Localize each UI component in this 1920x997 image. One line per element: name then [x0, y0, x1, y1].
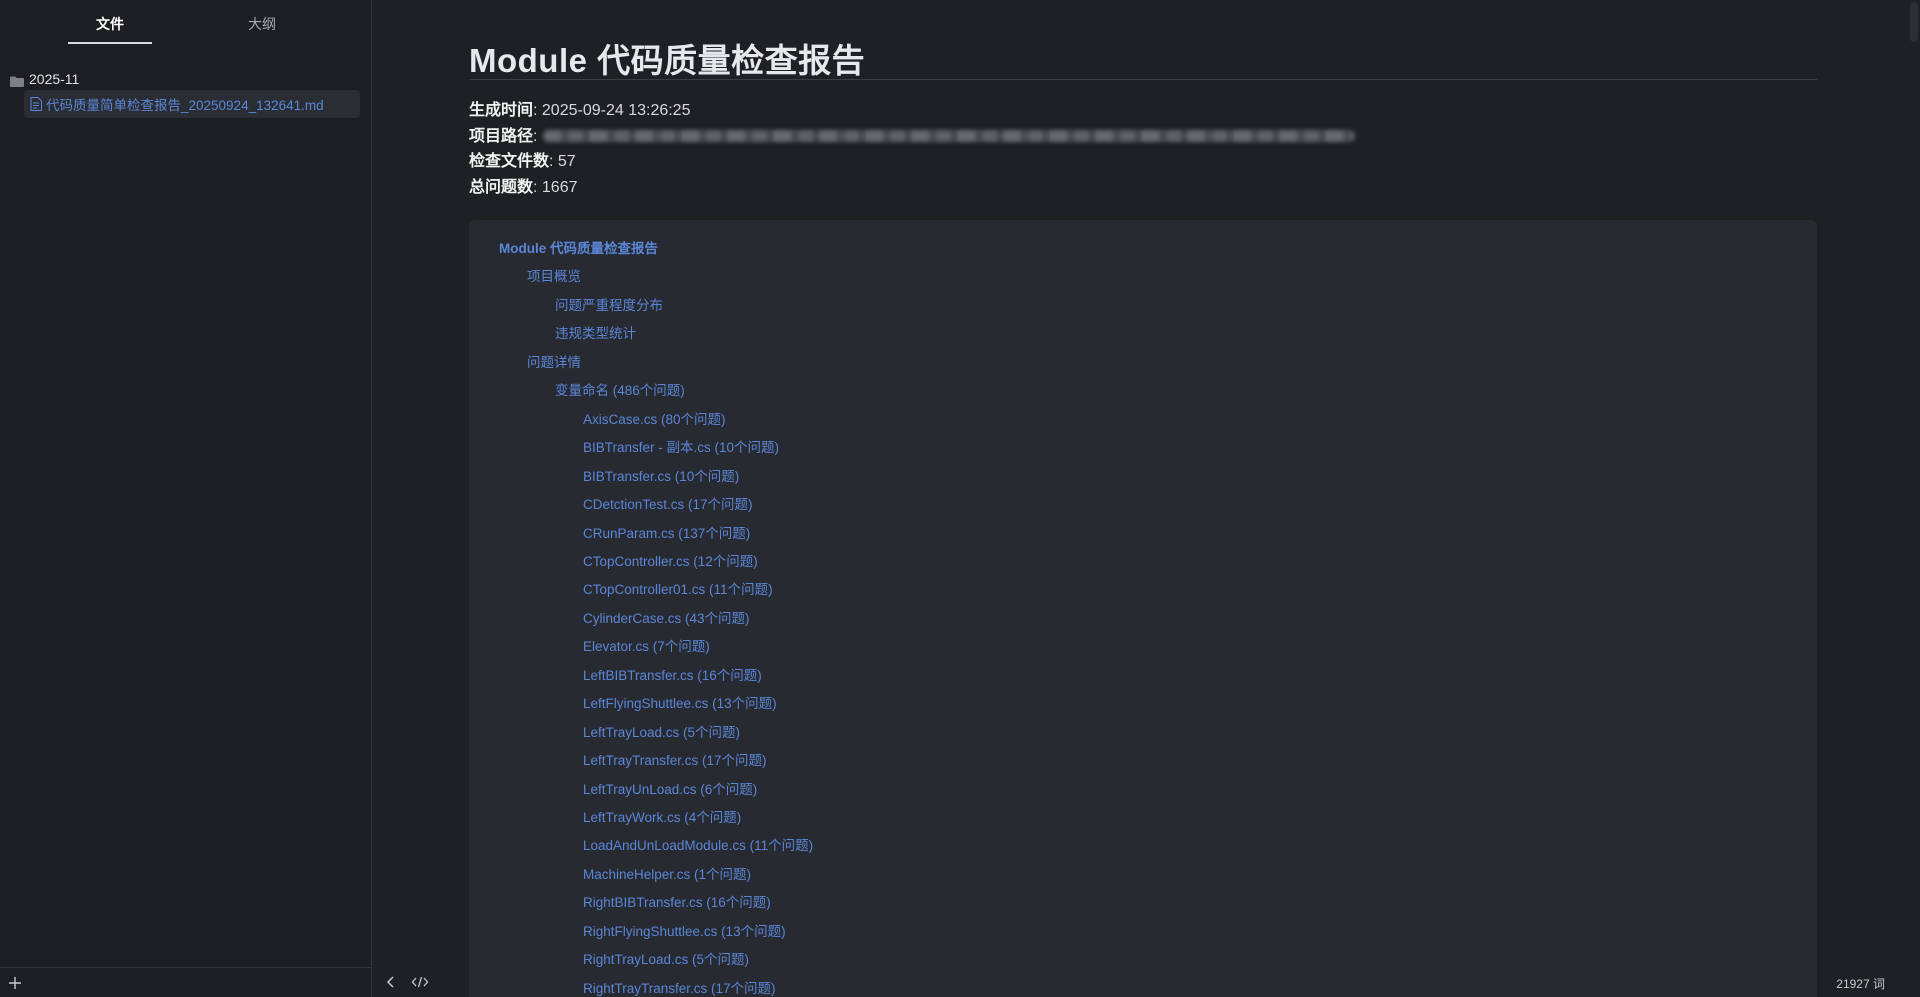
- toc-item[interactable]: RightBIBTransfer.cs (16个问题): [583, 892, 771, 914]
- toc-item[interactable]: CylinderCase.cs (43个问题): [583, 608, 750, 630]
- meta-issue-count: 总问题数: 1667: [469, 178, 578, 196]
- toc-item[interactable]: Module 代码质量检查报告: [499, 238, 658, 260]
- toc-item[interactable]: CDetctionTest.cs (17个问题): [583, 494, 753, 516]
- toc-item[interactable]: LeftTrayUnLoad.cs (6个问题): [583, 779, 757, 801]
- chevron-left-icon[interactable]: [383, 974, 399, 990]
- meta-label: 项目路径: [469, 127, 534, 145]
- folder-item[interactable]: 2025-11: [10, 68, 79, 90]
- meta-value: 2025-09-24 13:26:25: [541, 102, 691, 119]
- toc-item[interactable]: 项目概览: [527, 266, 581, 288]
- scrollbar-thumb[interactable]: [1910, 2, 1918, 42]
- toc-item[interactable]: LeftBIBTransfer.cs (16个问题): [583, 665, 762, 687]
- toc-item[interactable]: CTopController.cs (12个问题): [583, 551, 758, 573]
- toc-item[interactable]: RightFlyingShuttlee.cs (13个问题): [583, 921, 786, 943]
- meta-label: 生成时间: [469, 102, 534, 119]
- toc-item[interactable]: LeftTrayWork.cs (4个问题): [583, 807, 741, 829]
- folder-name: 2025-11: [29, 71, 80, 87]
- meta-file-count: 检查文件数: 57: [469, 153, 576, 170]
- toc-item[interactable]: BIBTransfer - 副本.cs (10个问题): [583, 437, 779, 459]
- file-item-selected[interactable]: 代码质量简单检查报告_20250924_132641.md: [24, 90, 360, 118]
- toc-item[interactable]: CRunParam.cs (137个问题): [583, 523, 750, 545]
- meta-generated-time: 生成时间: 2025-09-24 13:26:25: [469, 102, 691, 119]
- meta-project-path: 项目路径:: [469, 124, 1356, 150]
- meta-value: 1667: [541, 178, 578, 196]
- sidebar-footer: [0, 967, 372, 997]
- plus-icon[interactable]: [6, 974, 24, 992]
- toc-item[interactable]: 变量命名 (486个问题): [555, 380, 685, 402]
- toc-item[interactable]: LoadAndUnLoadModule.cs (11个问题): [583, 835, 813, 857]
- sidebar-tabs: 文件 大纲: [0, 0, 372, 46]
- toc-item[interactable]: AxisCase.cs (80个问题): [583, 409, 726, 431]
- toc-item[interactable]: CTopController01.cs (11个问题): [583, 579, 773, 601]
- report-meta: 生成时间: 2025-09-24 13:26:25 项目路径: 检查文件数: 5…: [469, 98, 1356, 200]
- active-tab-indicator: [68, 42, 152, 44]
- toc-item[interactable]: 问题严重程度分布: [555, 295, 663, 317]
- toc-item[interactable]: LeftTrayLoad.cs (5个问题): [583, 722, 740, 744]
- toc-item[interactable]: MachineHelper.cs (1个问题): [583, 864, 751, 886]
- file-name: 代码质量简单检查报告_20250924_132641.md: [46, 98, 324, 113]
- toc-item[interactable]: BIBTransfer.cs (10个问题): [583, 466, 739, 488]
- toc-item[interactable]: LeftTrayTransfer.cs (17个问题): [583, 750, 767, 772]
- meta-label: 检查文件数: [469, 153, 550, 170]
- page-title: Module 代码质量检查报告: [469, 42, 866, 79]
- code-icon[interactable]: [411, 974, 429, 990]
- app-window: 文件 大纲 2025-11 代码质量简单检查报告_20250924_132641…: [0, 0, 1920, 997]
- title-divider: [469, 79, 1817, 80]
- file-icon: [30, 97, 42, 111]
- toc-item[interactable]: 违规类型统计: [555, 323, 636, 345]
- table-of-contents: Module 代码质量检查报告项目概览问题严重程度分布 违规类型统计问题详情变量命…: [469, 220, 1817, 997]
- toc-item[interactable]: LeftFlyingShuttlee.cs (13个问题): [583, 693, 777, 715]
- meta-value: 57: [557, 153, 576, 170]
- sidebar: 文件 大纲 2025-11 代码质量简单检查报告_20250924_132641…: [0, 0, 372, 997]
- word-count: 21927 词: [1836, 977, 1885, 991]
- editor-area: Module 代码质量检查报告 生成时间: 2025-09-24 13:26:2…: [373, 0, 1920, 997]
- redacted-path: [543, 130, 1356, 143]
- meta-label: 总问题数: [469, 178, 534, 196]
- scrollbar[interactable]: [1908, 0, 1920, 997]
- tab-outline[interactable]: 大纲: [220, 14, 304, 44]
- toc-item[interactable]: Elevator.cs (7个问题): [583, 636, 710, 658]
- toc-item[interactable]: 问题详情: [527, 352, 581, 374]
- folder-icon: [10, 74, 24, 87]
- tab-files[interactable]: 文件: [68, 14, 152, 44]
- status-bar: 21927 词: [373, 967, 1920, 997]
